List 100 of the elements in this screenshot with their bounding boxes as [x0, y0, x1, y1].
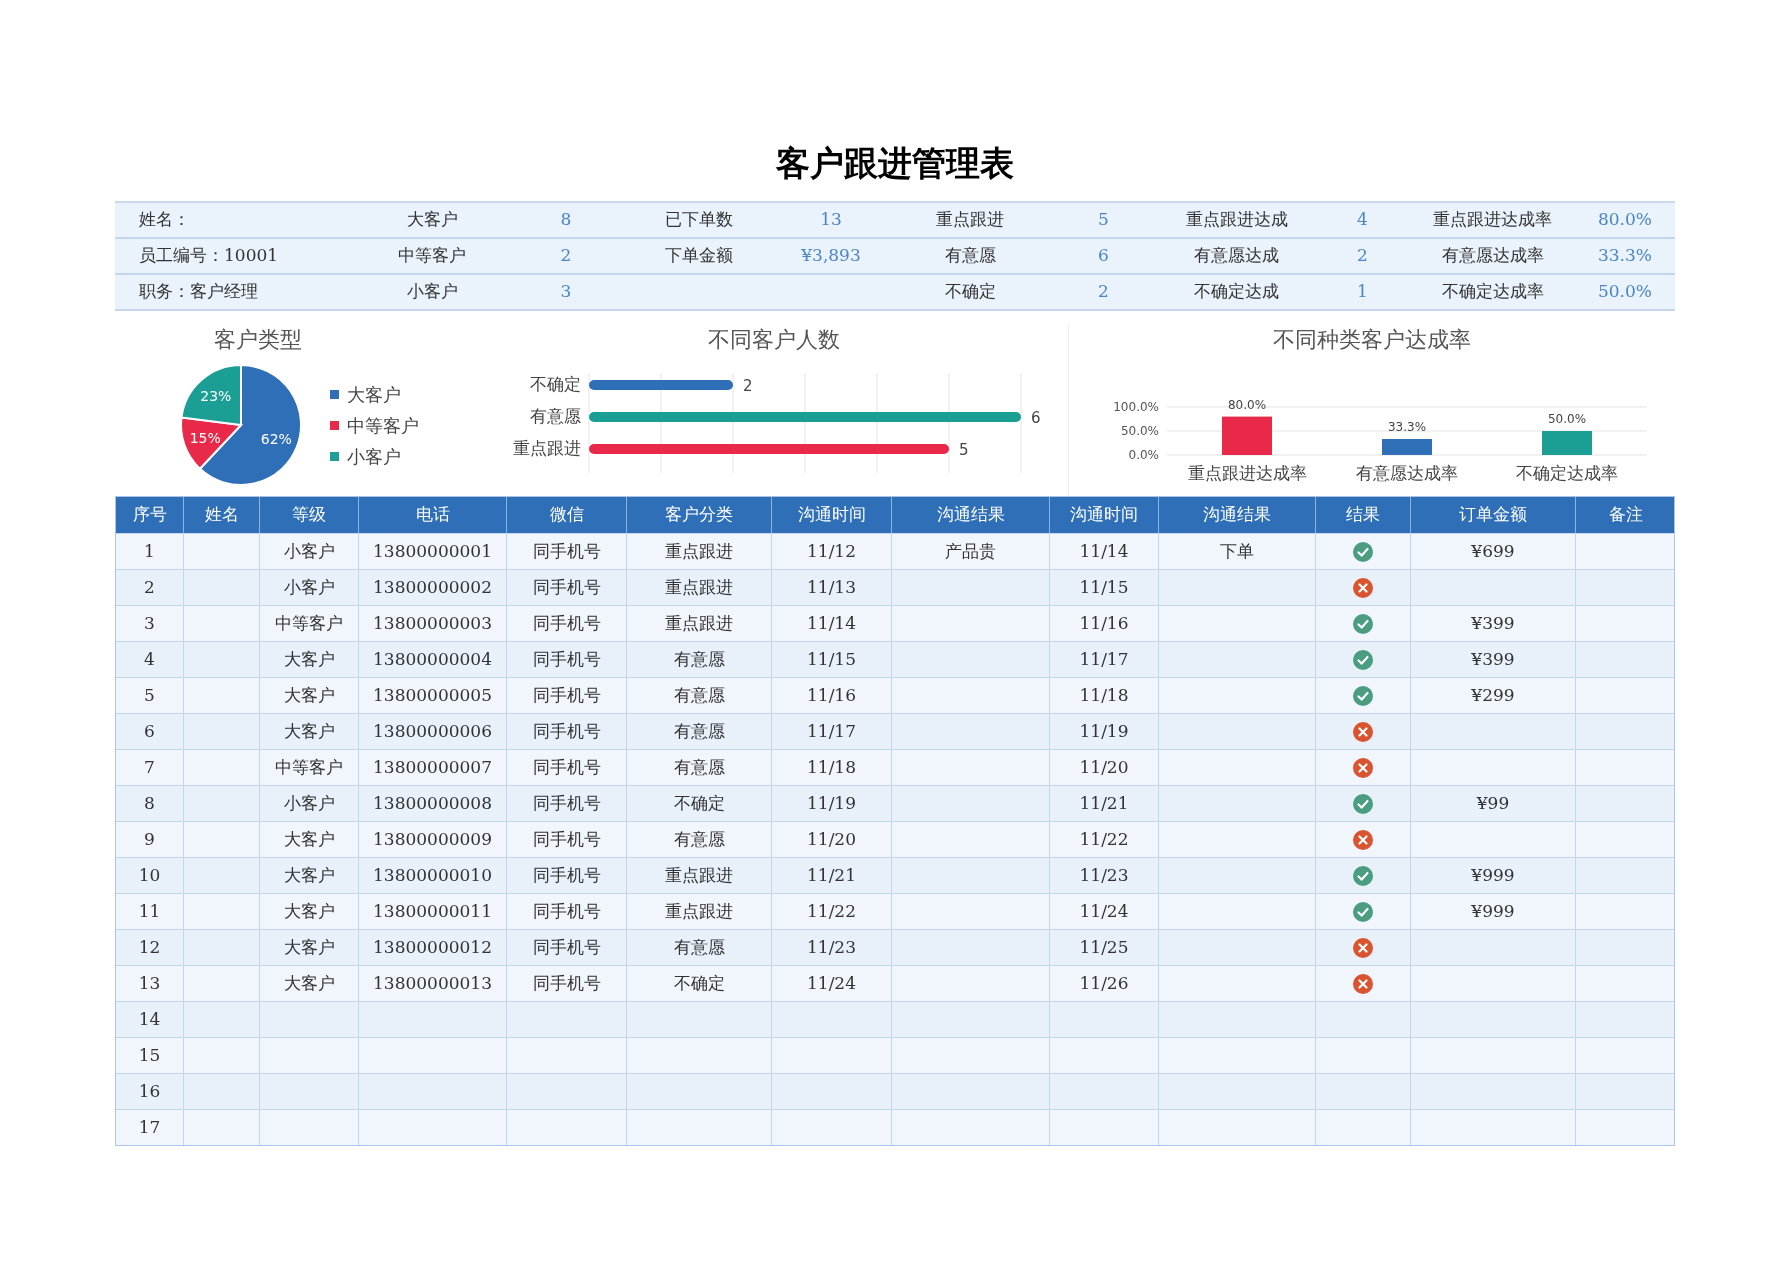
- bar: [1542, 431, 1592, 455]
- table-cell-text: 11/23: [807, 935, 856, 959]
- axis-tick-label: 0.0%: [1128, 448, 1159, 462]
- summary-value: ¥3,893: [801, 244, 861, 268]
- summary-label: 有意愿: [944, 244, 996, 268]
- table-cell-text: 15: [138, 1043, 161, 1067]
- table-cell-text: 11/16: [807, 683, 856, 707]
- table-cell-text: 11/12: [807, 539, 856, 563]
- table-cell-text: 8: [144, 791, 155, 815]
- table-cell-text: 11/24: [1079, 899, 1129, 923]
- table-cell-text: 11/22: [807, 899, 856, 923]
- table-cell-text: 13800000004: [373, 647, 492, 671]
- legend-swatch: [330, 389, 339, 399]
- table-cell-text: 11/14: [807, 611, 856, 635]
- value-label: 5: [959, 441, 969, 459]
- table-cell-text: 11/23: [1079, 863, 1129, 887]
- table-cell-text: 2: [144, 575, 155, 599]
- table-cell-text: 同手机号: [532, 971, 601, 995]
- table-cell-text: 11/20: [807, 827, 856, 851]
- table-cell-text: 13: [138, 971, 161, 995]
- info-text: 职务：客户经理: [139, 281, 258, 302]
- summary-label: 重点跟进: [936, 208, 1004, 232]
- category-label: 重点跟进: [513, 438, 581, 458]
- table-cell-text: 同手机号: [532, 539, 601, 563]
- value-label: 33.3%: [1387, 420, 1427, 434]
- table-cell-text: 大客户: [283, 971, 335, 995]
- table-cell-text: 下单: [1220, 539, 1254, 563]
- table-cell-text: 11/22: [1079, 827, 1129, 851]
- table-cell-text: 11/19: [1079, 719, 1129, 743]
- legend-label: 小客户: [347, 444, 401, 469]
- table-cell-text: 11/17: [1079, 647, 1129, 671]
- category-label: 有意愿: [530, 406, 581, 426]
- table-cell-text: 11/13: [807, 575, 856, 599]
- table-cell-text: 大客户: [283, 719, 335, 743]
- category-label: 有意愿达成率: [1356, 463, 1458, 483]
- chart-title: 不同客户人数: [708, 326, 840, 354]
- bar: [1382, 439, 1432, 455]
- table-cell-text: 同手机号: [532, 719, 601, 743]
- table-cell-text: 不确定: [673, 971, 725, 995]
- summary-value: 50.0%: [1598, 280, 1652, 304]
- summary-label: 有意愿达成率: [1441, 244, 1544, 268]
- summary-value: 33.3%: [1598, 244, 1652, 268]
- table-cell-text: 大客户: [283, 683, 335, 707]
- category-label: 重点跟进达成率: [1187, 463, 1307, 483]
- table-cell-text: 同手机号: [532, 791, 601, 815]
- table-cell-text: 11: [138, 899, 161, 923]
- table-cell-text: 11/26: [1079, 971, 1129, 995]
- table-cell-text: 产品贵: [945, 539, 996, 563]
- info-text: 姓名：: [139, 209, 190, 230]
- summary-value: 5: [1098, 208, 1109, 232]
- value-label: 80.0%: [1227, 397, 1267, 412]
- summary-value: 13: [820, 208, 842, 232]
- table-cell-text: 有意愿: [673, 935, 725, 959]
- value-label: 50.0%: [1547, 412, 1587, 426]
- table-cell-text: 11/19: [807, 791, 856, 815]
- summary-value: 8: [560, 208, 572, 232]
- summary-label: 小客户: [406, 280, 458, 304]
- table-cell-text: 11/25: [1079, 935, 1129, 959]
- slice-label: 23%: [200, 388, 232, 405]
- table-cell-text: 9: [144, 827, 155, 851]
- table-cell-text: 4: [144, 647, 155, 671]
- table-cell-text: 小客户: [283, 539, 335, 563]
- summary-label: 不确定: [944, 280, 996, 304]
- summary-label: 重点跟进达成率: [1433, 208, 1552, 232]
- summary-value: 2: [560, 244, 572, 268]
- summary-label: 中等客户: [398, 244, 466, 268]
- table-cell-text: 同手机号: [532, 611, 601, 635]
- table-cell-text: ¥399: [1471, 611, 1515, 635]
- summary-label: 重点跟进达成: [1185, 208, 1288, 232]
- table-cell-text: 同手机号: [532, 647, 601, 671]
- table-cell-text: 重点跟进: [665, 539, 733, 563]
- table-cell-text: 重点跟进: [665, 611, 733, 635]
- table-cell-text: 12: [138, 935, 161, 959]
- table-cell-text: ¥999: [1471, 899, 1515, 923]
- table-cell-text: 13800000012: [373, 935, 492, 959]
- table-cell-text: ¥999: [1471, 863, 1515, 887]
- table-cell-text: 重点跟进: [665, 863, 733, 887]
- table-cell-text: 11/14: [1079, 539, 1129, 563]
- table-cell-text: 有意愿: [673, 755, 725, 779]
- summary-value: 3: [560, 280, 572, 304]
- summary-value: 2: [1357, 244, 1368, 268]
- axis-tick-label: 50.0%: [1120, 424, 1159, 438]
- table-cell-text: 10: [138, 863, 161, 887]
- summary-label: 有意愿达成: [1194, 244, 1279, 268]
- table-cell-text: 13800000007: [373, 755, 492, 779]
- table-cell-text: 13800000005: [373, 683, 492, 707]
- table-cell-text: 13800000013: [373, 971, 492, 995]
- summary-label: 不确定达成率: [1441, 280, 1544, 304]
- table-cell-text: 13800000008: [373, 791, 492, 815]
- table-cell-text: ¥699: [1471, 539, 1515, 563]
- table-cell-text: 小客户: [283, 791, 335, 815]
- table-cell-text: 13800000009: [373, 827, 492, 851]
- table-cell-text: 13800000011: [373, 899, 492, 923]
- slice-label: 62%: [260, 431, 292, 447]
- table-cell-text: 同手机号: [532, 863, 601, 887]
- value-label: 6: [1031, 409, 1041, 427]
- summary-value: 6: [1098, 244, 1109, 268]
- chart-title: 不同种类客户达成率: [1273, 326, 1471, 354]
- table-cell-text: ¥99: [1476, 791, 1510, 815]
- table-cell-text: 同手机号: [532, 575, 601, 599]
